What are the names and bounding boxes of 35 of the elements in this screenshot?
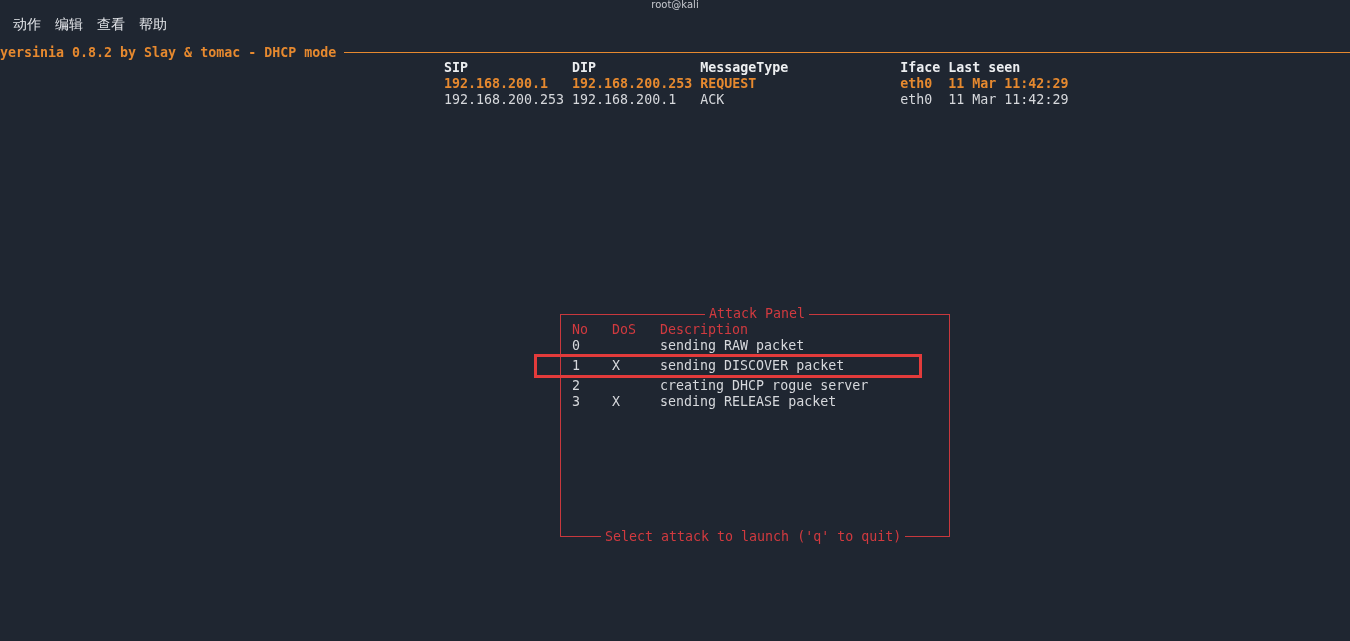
attack-number: 2 — [572, 378, 581, 394]
column-header: Last seen — [948, 60, 1022, 76]
menu-item[interactable]: 编辑 — [55, 16, 83, 42]
table-cell-text: 192.168.200.253 — [444, 92, 566, 108]
dos-mark: X — [612, 358, 621, 373]
column-header: DIP — [572, 60, 598, 76]
column-header: DoS — [612, 322, 638, 338]
table-cell-text: 192.168.200.253 — [572, 76, 694, 92]
table-cell-text: eth0 — [900, 76, 934, 92]
menu-item[interactable]: 查看 — [97, 16, 125, 42]
attack-description[interactable]: sending DISCOVER packet — [660, 358, 845, 374]
table-cell-text: 192.168.200.1 — [444, 76, 550, 92]
menu-item[interactable]: 动作 — [13, 16, 41, 42]
window-title: root@kali — [650, 0, 700, 10]
app-title: yersinia 0.8.2 by Slay & tomac - DHCP mode — [0, 44, 337, 60]
attack-number: 3 — [572, 394, 581, 410]
attack-number: 0 — [572, 338, 581, 354]
column-header: Description — [660, 322, 749, 338]
column-header: SIP — [444, 60, 470, 76]
table-cell-text: 192.168.200.1 — [572, 92, 678, 108]
attack-number: 1 — [572, 358, 581, 374]
table-cell-text: REQUEST — [700, 76, 758, 92]
table-cell-text: ACK — [700, 92, 726, 108]
column-header: MessageType — [700, 60, 790, 76]
panel-footer: Select attack to launch ('q' to quit) — [601, 529, 906, 545]
attack-description[interactable]: sending RELEASE packet — [660, 394, 837, 410]
attack-description[interactable]: creating DHCP rogue server — [660, 378, 869, 394]
table-cell-text: eth0 — [900, 92, 934, 108]
column-header: No — [572, 322, 589, 338]
table-cell-text: 11 Mar 11:42:29 — [948, 92, 1070, 108]
dos-mark: X — [612, 394, 621, 409]
table-cell-text: 11 Mar 11:42:29 — [948, 76, 1070, 92]
attack-description[interactable]: sending RAW packet — [660, 338, 805, 354]
column-header: Iface — [900, 60, 942, 76]
menu-item[interactable]: 帮助 — [139, 16, 167, 42]
